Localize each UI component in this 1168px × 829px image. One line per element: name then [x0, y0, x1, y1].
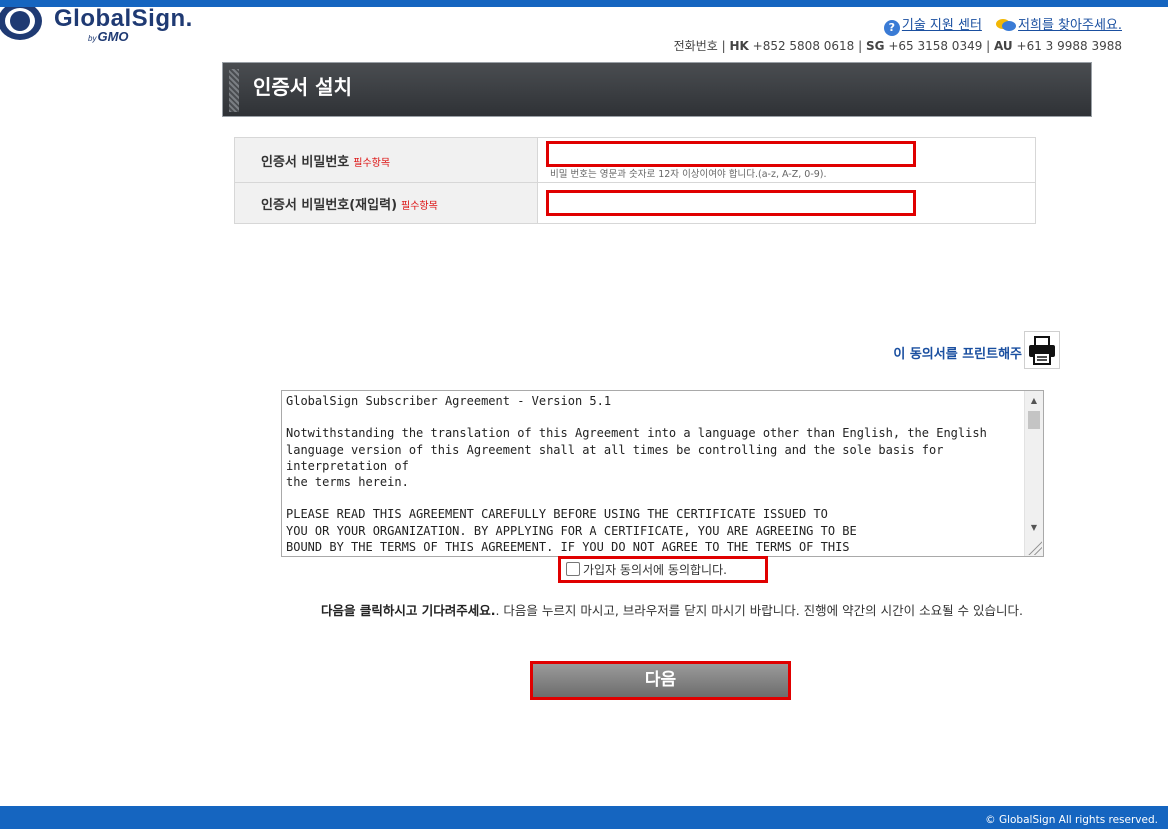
password-confirm-row: 인증서 비밀번호(재입력) 필수항목: [234, 182, 1036, 224]
footer-bar: © GlobalSign All rights reserved.: [0, 806, 1168, 829]
chat-bubbles-icon: [996, 19, 1017, 31]
agreement-scrollbar[interactable]: ▲ ▼: [1024, 391, 1043, 556]
password-confirm-label: 인증서 비밀번호(재입력) 필수항목: [234, 182, 538, 224]
scroll-up-icon[interactable]: ▲: [1025, 393, 1043, 409]
password-label: 인증서 비밀번호 필수항목: [234, 137, 538, 183]
copyright-text: © GlobalSign All rights reserved.: [985, 814, 1158, 826]
print-button[interactable]: [1024, 331, 1060, 369]
wait-notice-bold: 다음을 클릭하시고 기다려주세요.: [320, 603, 496, 618]
password-form: 인증서 비밀번호 필수항목 비밀 번호는 영문과 숫자로 12자 이상이여야 합니…: [234, 137, 1036, 224]
logo-gmo: byGMO: [88, 29, 129, 44]
help-icon: ?: [883, 20, 900, 36]
wait-notice-text: . 다음을 누르지 마시고, 브라우저를 닫지 마시기 바랍니다. 진행에 약간…: [495, 603, 1023, 618]
page-title: 인증서 설치: [253, 75, 352, 99]
wait-notice: 다음을 클릭하시고 기다려주세요.. 다음을 누르지 마시고, 브라우저를 닫지…: [272, 600, 1072, 621]
printer-icon: [1029, 336, 1055, 365]
password-row: 인증서 비밀번호 필수항목 비밀 번호는 영문과 숫자로 12자 이상이여야 합니…: [234, 137, 1036, 183]
globalsign-logo[interactable]: GlobalSign. byGMO: [0, 5, 220, 47]
password-hint: 비밀 번호는 영문과 숫자로 12자 이상이여야 합니다.(a-z, A-Z, …: [550, 169, 827, 180]
next-button[interactable]: 다음: [530, 661, 791, 700]
print-agreement-link[interactable]: 이 동의서를 프린트해주: [893, 343, 1022, 362]
page-title-bar: 인증서 설치: [222, 62, 1092, 117]
header-links: ? 기술 지원 센터 저희를 찾아주세요.: [883, 14, 1122, 36]
password-confirm-input[interactable]: [546, 190, 916, 216]
agree-checkbox[interactable]: [566, 562, 580, 576]
agreement-textarea[interactable]: GlobalSign Subscriber Agreement - Versio…: [281, 390, 1044, 557]
agreement-text: GlobalSign Subscriber Agreement - Versio…: [286, 394, 987, 554]
phone-numbers: 전화번호 | HK +852 5808 0618 | SG +65 3158 0…: [673, 39, 1122, 53]
scroll-thumb[interactable]: [1028, 411, 1040, 429]
agree-checkbox-label[interactable]: 가입자 동의서에 동의합니다.: [583, 561, 727, 578]
scroll-down-icon[interactable]: ▼: [1025, 520, 1043, 536]
contact-link[interactable]: 저희를 찾아주세요.: [1018, 18, 1122, 33]
resize-grip-icon[interactable]: [1028, 541, 1042, 555]
title-stripe: [229, 69, 239, 112]
agree-checkbox-container[interactable]: 가입자 동의서에 동의합니다.: [558, 556, 768, 583]
password-confirm-cell: [537, 182, 1036, 224]
tech-support-link[interactable]: 기술 지원 센터: [902, 18, 982, 33]
logo-eye-icon: [0, 7, 42, 40]
password-cell: 비밀 번호는 영문과 숫자로 12자 이상이여야 합니다.(a-z, A-Z, …: [537, 137, 1036, 183]
password-input[interactable]: [546, 141, 916, 167]
required-marker: 필수항목: [353, 157, 391, 169]
required-marker: 필수항목: [401, 200, 438, 212]
